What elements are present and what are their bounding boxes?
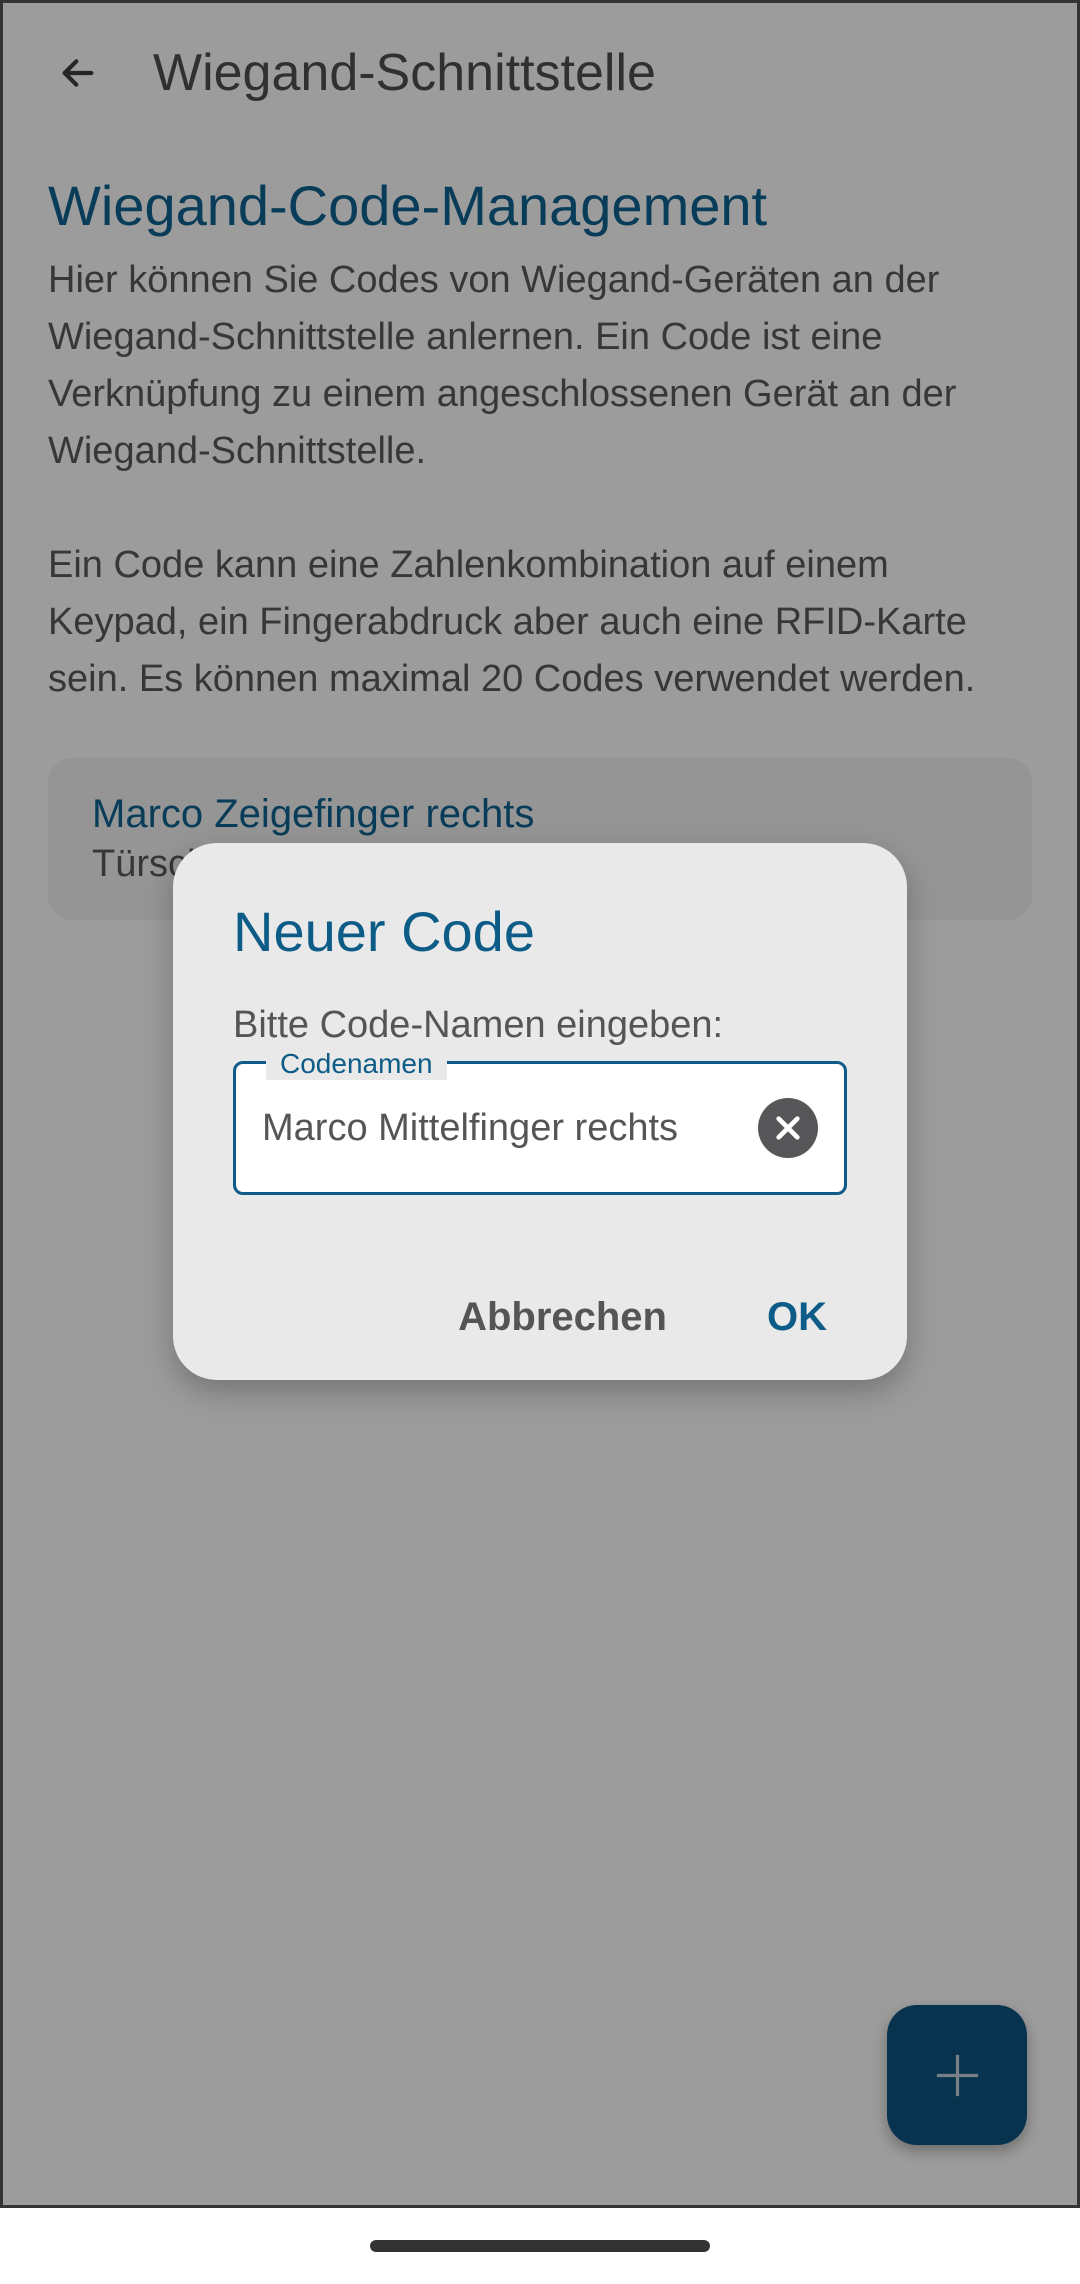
dialog-title: Neuer Code xyxy=(233,899,847,964)
cancel-button[interactable]: Abbrechen xyxy=(458,1295,667,1340)
dialog-actions: Abbrechen OK xyxy=(233,1295,847,1340)
ok-button[interactable]: OK xyxy=(767,1295,827,1340)
code-name-input[interactable] xyxy=(262,1107,758,1150)
nav-handle[interactable] xyxy=(370,2240,710,2252)
system-nav-bar xyxy=(0,2208,1080,2284)
clear-input-icon[interactable] xyxy=(758,1098,818,1158)
code-name-input-wrapper[interactable]: Codenamen xyxy=(233,1061,847,1195)
screen-container: Wiegand-Schnittstelle Wiegand-Code-Manag… xyxy=(0,0,1080,2208)
dialog-prompt: Bitte Code-Namen eingeben: xyxy=(233,1004,847,1047)
new-code-dialog: Neuer Code Bitte Code-Namen eingeben: Co… xyxy=(173,843,907,1380)
input-floating-label: Codenamen xyxy=(266,1048,447,1080)
